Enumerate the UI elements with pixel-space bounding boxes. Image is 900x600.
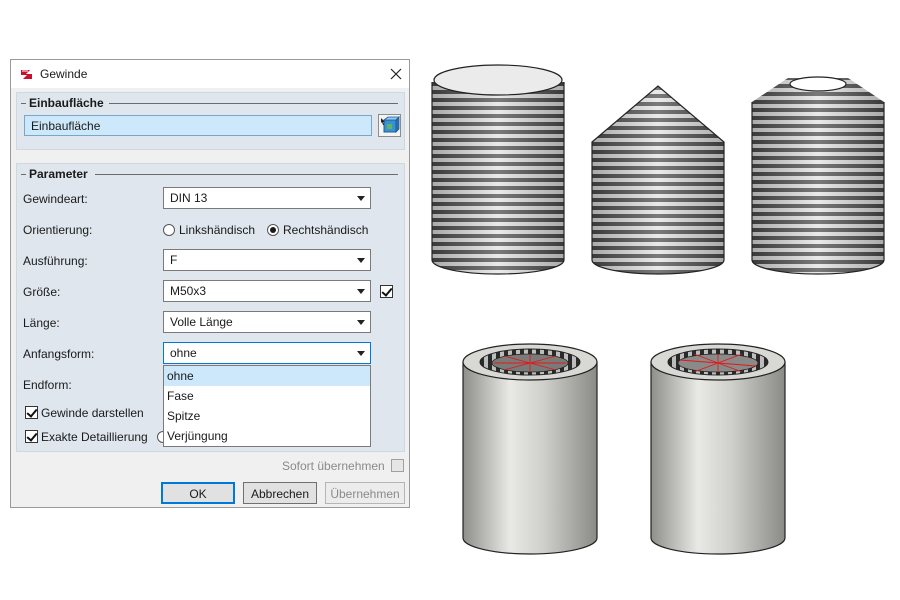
dropdown-option-ohne[interactable]: ohne — [164, 366, 370, 386]
apply-button[interactable]: Übernehmen — [325, 482, 405, 504]
close-icon[interactable] — [387, 65, 405, 83]
chevron-down-icon — [357, 289, 365, 294]
parameter-header: Parameter — [29, 167, 88, 181]
select-surface-icon — [381, 116, 400, 133]
laenge-value: Volle Länge — [170, 315, 233, 329]
linkshaendisch-radio[interactable] — [163, 224, 175, 236]
group-divider — [21, 174, 26, 175]
ok-button[interactable]: OK — [161, 482, 235, 504]
groesse-label: Größe: — [23, 285, 61, 299]
dropdown-option-verjuengung[interactable]: Verjüngung — [164, 426, 370, 446]
chevron-down-icon — [357, 258, 365, 263]
anfangsform-label: Anfangsform: — [23, 347, 95, 361]
dialog-title: Gewinde — [40, 67, 88, 81]
anfangsform-dropdown-list[interactable]: ohne Fase Spitze Verjüngung — [163, 365, 371, 447]
groesse-select[interactable]: M50x3 — [163, 280, 371, 302]
gewindeart-value: DIN 13 — [170, 191, 208, 205]
anfangsform-value: ohne — [170, 346, 197, 360]
groesse-checkbox[interactable] — [380, 285, 393, 298]
orientierung-label: Orientierung: — [23, 223, 93, 237]
group-divider — [109, 103, 398, 104]
select-surface-button[interactable] — [378, 114, 401, 137]
sofort-uebernehmen-checkbox[interactable] — [391, 459, 404, 472]
bolt-thread-flat-end — [428, 62, 568, 282]
rechtshaendisch-label: Rechtshändisch — [283, 223, 369, 237]
nut-internal-thread-b — [648, 336, 788, 558]
rechtshaendisch-radio[interactable] — [267, 224, 279, 236]
sofort-uebernehmen-label: Sofort übernehmen — [282, 459, 385, 473]
einbauflaeche-field[interactable]: Einbaufläche — [24, 115, 372, 136]
cancel-button[interactable]: Abbrechen — [243, 482, 317, 504]
einbauflaeche-header: Einbaufläche — [29, 96, 104, 110]
chevron-down-icon — [357, 320, 365, 325]
anfangsform-select[interactable]: ohne — [163, 342, 371, 364]
ausfuehrung-select[interactable]: F — [163, 249, 371, 271]
dialog-body: Einbaufläche Einbaufläche Parameter Gewi… — [11, 88, 409, 507]
gewinde-darstellen-checkbox[interactable] — [25, 406, 38, 419]
ausfuehrung-label: Ausführung: — [23, 254, 88, 268]
gewinde-darstellen-label[interactable]: Gewinde darstellen — [41, 406, 144, 420]
chevron-down-icon — [357, 351, 365, 356]
laenge-label: Länge: — [23, 316, 60, 330]
exakte-detaillierung-label[interactable]: Exakte Detaillierung — [41, 430, 148, 444]
laenge-select[interactable]: Volle Länge — [163, 311, 371, 333]
exakte-detaillierung-checkbox[interactable] — [25, 430, 38, 443]
group-divider — [95, 174, 398, 175]
endform-label: Endform: — [23, 378, 72, 392]
dropdown-option-fase[interactable]: Fase — [164, 386, 370, 406]
group-divider — [21, 103, 26, 104]
nut-internal-thread-a — [460, 336, 600, 558]
gewindeart-select[interactable]: DIN 13 — [163, 187, 371, 209]
bolt-thread-pointed-end — [588, 82, 728, 282]
ausfuehrung-value: F — [170, 253, 178, 267]
einbauflaeche-group: Einbaufläche Einbaufläche — [16, 92, 405, 150]
dropdown-option-spitze[interactable]: Spitze — [164, 406, 370, 426]
chevron-down-icon — [357, 196, 365, 201]
linkshaendisch-label: Linkshändisch — [179, 223, 256, 237]
title-bar[interactable]: Gewinde — [11, 60, 409, 88]
bolt-thread-chamfer-end — [748, 72, 888, 282]
groesse-value: M50x3 — [170, 284, 207, 298]
hicad-logo-icon — [20, 67, 34, 81]
gewindeart-label: Gewindeart: — [23, 192, 88, 206]
gewinde-dialog: Gewinde Einbaufläche Einbaufläche Parame… — [10, 59, 410, 508]
